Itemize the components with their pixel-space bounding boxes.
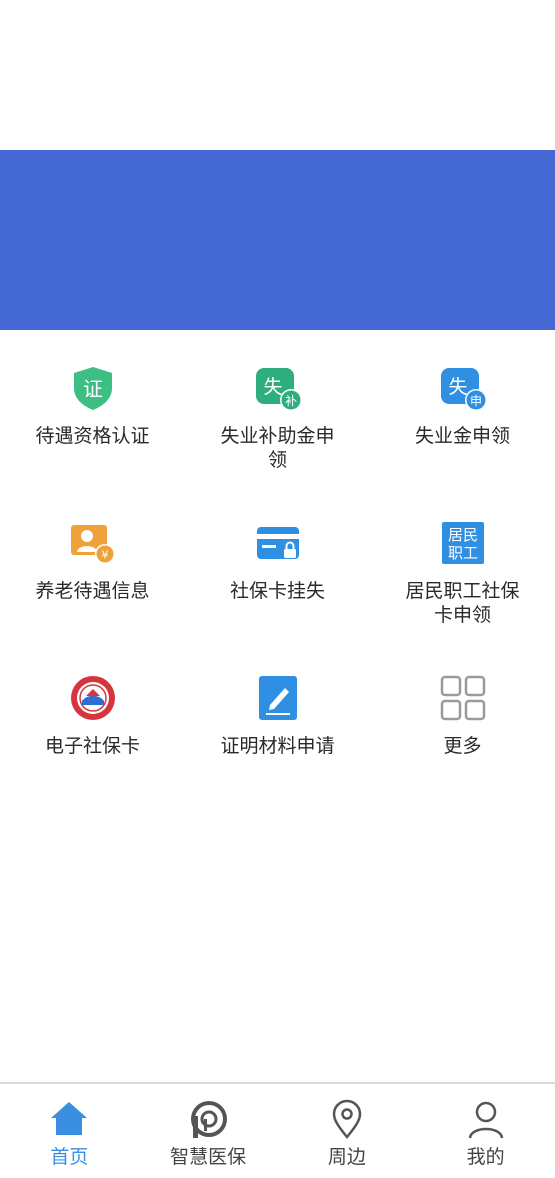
svg-text:失: 失 (263, 376, 282, 398)
service-label: 待遇资格认证 (35, 425, 150, 447)
service-label: 证明材料申请 (220, 735, 335, 757)
tab-label: 智慧医保 (170, 1146, 247, 1168)
service-label: 养老待遇信息 (35, 580, 150, 602)
service-label: 居民职工社保卡申领 (405, 580, 520, 626)
service-label: 失业金申领 (414, 425, 510, 447)
tab-label: 周边 (327, 1146, 366, 1168)
user-icon (468, 1101, 503, 1139)
status-area (0, 0, 555, 150)
service-certificate-apply[interactable]: 证明材料申请 (185, 650, 370, 805)
service-unemployment-benefit[interactable]: 失 申 失业金申领 (370, 340, 555, 495)
service-resident-worker-card[interactable]: 居民 职工 居民职工社保卡申领 (370, 495, 555, 650)
resident-worker-card-icon: 居民 职工 (441, 522, 484, 564)
tab-label: 我的 (466, 1146, 505, 1168)
tab-label: 首页 (50, 1146, 89, 1168)
unemployment-benefit-icon: 失 申 (440, 368, 487, 411)
tab-mine[interactable]: 我的 (416, 1084, 555, 1178)
unemployment-subsidy-icon: 失 补 (255, 368, 302, 411)
service-label: 更多 (443, 735, 482, 757)
pension-info-icon: ¥ (70, 525, 115, 564)
banner[interactable] (0, 150, 555, 330)
svg-text:¥: ¥ (101, 549, 108, 562)
edit-document-icon (258, 676, 297, 720)
bottom-tab-bar: 首页 智慧医保 周边 我的 (0, 1082, 555, 1178)
svg-text:补: 补 (284, 394, 296, 408)
medical-insurance-icon (191, 1101, 228, 1138)
service-qualification-cert[interactable]: 证 待遇资格认证 (0, 340, 185, 495)
service-card-loss-report[interactable]: 社保卡挂失 (185, 495, 370, 650)
service-pension-info[interactable]: ¥ 养老待遇信息 (0, 495, 185, 650)
home-icon (51, 1102, 88, 1135)
service-unemployment-subsidy[interactable]: 失 补 失业补助金申领 (185, 340, 370, 495)
svg-text:居民: 居民 (447, 526, 477, 544)
service-e-social-card[interactable]: 电子社保卡 (0, 650, 185, 805)
tab-nearby[interactable]: 周边 (278, 1084, 417, 1178)
card-lock-icon (256, 527, 299, 559)
service-grid: 证 待遇资格认证 失 补 失业补助金申领 失 申 失业金申领 ¥ 养老待遇信息 … (0, 340, 555, 805)
service-label: 电子社保卡 (44, 735, 140, 757)
svg-text:职工: 职工 (447, 544, 477, 562)
more-grid-icon (440, 675, 485, 721)
service-more[interactable]: 更多 (370, 650, 555, 805)
tab-medical-insurance[interactable]: 智慧医保 (139, 1084, 278, 1178)
shield-cert-icon: 证 (73, 367, 112, 410)
tab-home[interactable]: 首页 (0, 1084, 139, 1178)
service-label: 失业补助金申领 (220, 425, 335, 471)
location-pin-icon (332, 1099, 362, 1139)
social-security-emblem-icon (70, 676, 115, 720)
svg-text:失: 失 (448, 376, 467, 398)
service-label: 社保卡挂失 (229, 580, 325, 602)
svg-text:申: 申 (469, 394, 481, 408)
svg-text:证: 证 (83, 377, 103, 401)
